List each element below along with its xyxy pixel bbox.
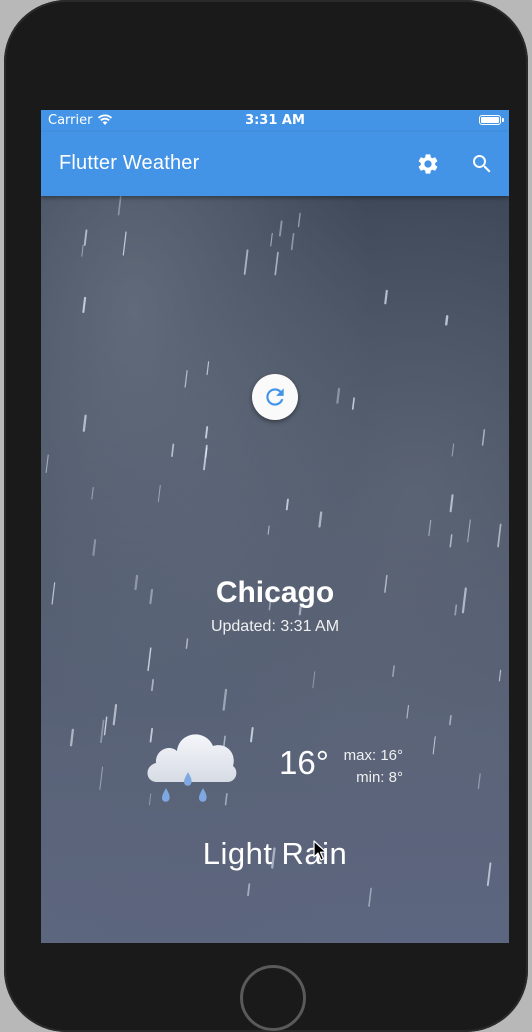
raindrop bbox=[122, 231, 127, 256]
raindrop bbox=[297, 212, 301, 228]
raindrop bbox=[103, 716, 108, 736]
device-frame: Carrier 3:31 AM Flutter Weather Chicago … bbox=[4, 0, 528, 1032]
status-time: 3:31 AM bbox=[245, 113, 305, 128]
raindrop bbox=[247, 883, 251, 897]
raindrop bbox=[428, 519, 432, 537]
rain-animation bbox=[45, 196, 502, 907]
raindrop bbox=[477, 773, 481, 790]
raindrop bbox=[92, 539, 97, 556]
search-icon[interactable] bbox=[467, 149, 497, 179]
weather-background: Chicago Updated: 3:31 AM 16° max: 16° mi… bbox=[41, 196, 509, 943]
raindrop bbox=[290, 233, 295, 251]
mouse-cursor-icon bbox=[313, 840, 327, 866]
raindrop bbox=[467, 519, 471, 543]
raindrop bbox=[157, 484, 161, 503]
raindrop bbox=[185, 638, 189, 649]
raindrop bbox=[100, 719, 105, 744]
raindrop bbox=[91, 487, 94, 500]
raindrop bbox=[82, 414, 87, 432]
raindrop bbox=[449, 714, 452, 726]
gear-icon[interactable] bbox=[413, 149, 443, 179]
city-name: Chicago bbox=[215, 576, 335, 609]
raindrop bbox=[318, 511, 323, 528]
raindrop bbox=[151, 678, 154, 692]
app-screen: Carrier 3:31 AM Flutter Weather Chicago … bbox=[41, 110, 509, 943]
raindrop bbox=[250, 726, 254, 743]
status-bar: Carrier 3:31 AM bbox=[41, 110, 509, 132]
max-temperature: max: 16° bbox=[343, 747, 403, 764]
raindrop bbox=[278, 220, 283, 237]
battery-icon bbox=[479, 115, 504, 125]
raindrop bbox=[205, 426, 209, 439]
raindrop bbox=[384, 289, 388, 305]
raindrop bbox=[82, 296, 87, 313]
raindrop bbox=[432, 736, 436, 755]
raindrop bbox=[270, 232, 273, 247]
refresh-icon bbox=[266, 388, 284, 406]
raindrop bbox=[112, 703, 118, 726]
raindrop bbox=[285, 498, 289, 511]
rain-cloud-icon bbox=[141, 718, 241, 814]
raindrop bbox=[222, 688, 228, 711]
raindrop bbox=[449, 534, 453, 548]
raindrop bbox=[351, 397, 355, 410]
raindrop bbox=[267, 525, 270, 535]
raindrop bbox=[368, 887, 372, 907]
raindrop bbox=[497, 523, 502, 548]
raindrop bbox=[69, 728, 75, 747]
raindrop bbox=[445, 315, 449, 326]
raindrop bbox=[81, 244, 84, 257]
last-updated: Updated: 3:31 AM bbox=[210, 618, 340, 635]
home-button[interactable] bbox=[240, 965, 306, 1031]
weather-condition: Light Rain bbox=[202, 836, 348, 871]
raindrop bbox=[171, 443, 175, 457]
raindrop bbox=[449, 494, 454, 513]
raindrop bbox=[147, 647, 152, 672]
raindrop bbox=[83, 229, 88, 246]
raindrop bbox=[312, 671, 316, 689]
refresh-button[interactable] bbox=[252, 374, 298, 420]
raindrop bbox=[406, 705, 410, 719]
min-temperature: min: 8° bbox=[356, 769, 403, 786]
raindrop bbox=[203, 444, 208, 471]
raindrop bbox=[451, 443, 455, 457]
raindrop bbox=[99, 766, 104, 790]
raindrop bbox=[498, 669, 502, 682]
raindrop bbox=[274, 251, 279, 276]
app-title: Flutter Weather bbox=[59, 152, 200, 174]
raindrop bbox=[117, 196, 122, 216]
raindrop bbox=[184, 370, 188, 388]
raindrop bbox=[243, 249, 249, 275]
raindrop bbox=[336, 387, 341, 404]
raindrop bbox=[481, 429, 486, 446]
current-temperature: 16° bbox=[279, 744, 329, 781]
raindrop bbox=[392, 665, 395, 678]
raindrop bbox=[45, 454, 49, 473]
raindrop bbox=[206, 361, 210, 376]
app-bar: Flutter Weather bbox=[41, 132, 509, 196]
